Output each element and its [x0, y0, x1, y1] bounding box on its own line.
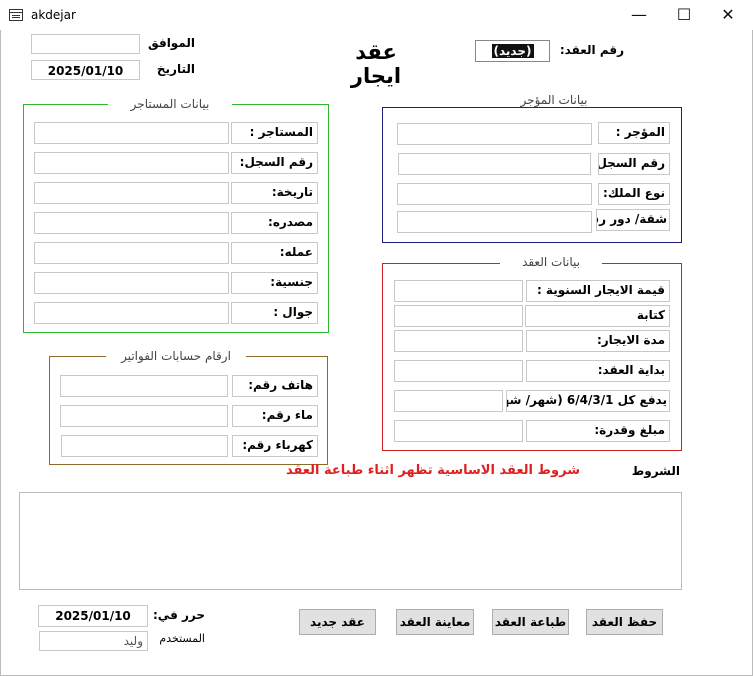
tenant-job-input[interactable] — [34, 242, 229, 264]
tenant-mobile-label: جوال : — [231, 302, 318, 324]
approved-date-input[interactable] — [31, 34, 140, 54]
written-at-date-input[interactable]: 2025/01/10 — [38, 605, 148, 627]
rent-in-words-label: كتابة — [525, 305, 670, 327]
tenant-nationality-input[interactable] — [34, 272, 229, 294]
form-title: عقد ايجار — [350, 40, 402, 88]
amount-input[interactable] — [394, 420, 523, 442]
user-input[interactable]: وليد — [39, 631, 148, 651]
terms-note: شروط العقد الاساسية تظهر اثناء طباعة الع… — [285, 463, 580, 478]
phone-number-input[interactable] — [60, 375, 228, 397]
terms-label: الشروط — [631, 464, 680, 478]
tenant-record-input[interactable] — [34, 152, 229, 174]
tenant-name-input[interactable] — [34, 122, 229, 144]
contract-number-label: رقم العقد: — [559, 43, 624, 57]
phone-number-label: هاتف رقم: — [232, 375, 318, 397]
tenant-group-title: بيانات المستاجر — [108, 97, 232, 111]
contract-start-label: بداية العقد: — [526, 360, 670, 382]
contract-number-value: (جديد) — [491, 44, 534, 58]
print-contract-button[interactable]: طباعة العقد — [492, 609, 569, 635]
rent-duration-label: مدة الايجار: — [526, 330, 670, 352]
electricity-number-label: كهرباء رقم: — [232, 435, 318, 457]
contract-group-title: بيانات العقد — [500, 255, 602, 269]
close-button[interactable]: ✕ — [706, 3, 750, 27]
landlord-record-input[interactable] — [398, 153, 591, 175]
tenant-mobile-input[interactable] — [34, 302, 229, 324]
property-type-input[interactable] — [397, 183, 592, 205]
tenant-job-label: عمله: — [231, 242, 318, 264]
apartment-number-label: شقة/ دور رقم: — [596, 209, 670, 231]
amount-label: مبلغ وقدرة: — [526, 420, 670, 442]
landlord-name-label: المؤجر : — [598, 122, 670, 144]
water-number-label: ماء رقم: — [232, 405, 318, 427]
property-type-label: نوع الملك: — [598, 183, 670, 205]
tenant-name-label: المستاجر : — [231, 122, 318, 144]
window-title: akdejar — [31, 8, 76, 22]
payment-frequency-label: يدفع كل 6/4/3/1 (شهر/ شهور) — [506, 390, 670, 412]
tenant-issuer-label: مصدره: — [231, 212, 318, 234]
approved-label: الموافق — [148, 36, 195, 50]
annual-rent-label: قيمة الايجار السنوية : — [526, 280, 670, 302]
contract-number-field[interactable]: (جديد) — [475, 40, 550, 62]
written-at-label: حرر في: — [153, 608, 205, 622]
new-contract-button[interactable]: عقد جديد — [299, 609, 376, 635]
preview-contract-button[interactable]: معاينة العقد — [396, 609, 474, 635]
date-label: التاريخ — [156, 62, 195, 76]
app-form-icon — [9, 9, 23, 21]
landlord-group-title: بيانات المؤجر — [504, 93, 604, 107]
tenant-record-date-label: تاريخة: — [231, 182, 318, 204]
rent-duration-input[interactable] — [394, 330, 523, 352]
minimize-button[interactable]: — — [617, 3, 661, 27]
apartment-number-input[interactable] — [397, 211, 592, 233]
user-label: المستخدم — [159, 632, 205, 645]
save-contract-button[interactable]: حفظ العقد — [586, 609, 663, 635]
annual-rent-input[interactable] — [394, 280, 523, 302]
rent-in-words-input[interactable] — [394, 305, 523, 327]
contract-start-input[interactable] — [394, 360, 523, 382]
invoices-group-title: ارقام حسابات الفواتير — [106, 349, 246, 363]
payment-frequency-input[interactable] — [394, 390, 503, 412]
date-input[interactable]: 2025/01/10 — [31, 60, 140, 80]
tenant-record-date-input[interactable] — [34, 182, 229, 204]
tenant-nationality-label: جنسية: — [231, 272, 318, 294]
water-number-input[interactable] — [60, 405, 228, 427]
tenant-record-label: رقم السجل: — [231, 152, 318, 174]
landlord-name-input[interactable] — [397, 123, 592, 145]
tenant-issuer-input[interactable] — [34, 212, 229, 234]
maximize-button[interactable]: ☐ — [662, 3, 706, 27]
landlord-record-label: رقم السجل: — [598, 153, 670, 175]
electricity-number-input[interactable] — [61, 435, 228, 457]
terms-textarea[interactable] — [19, 492, 682, 590]
